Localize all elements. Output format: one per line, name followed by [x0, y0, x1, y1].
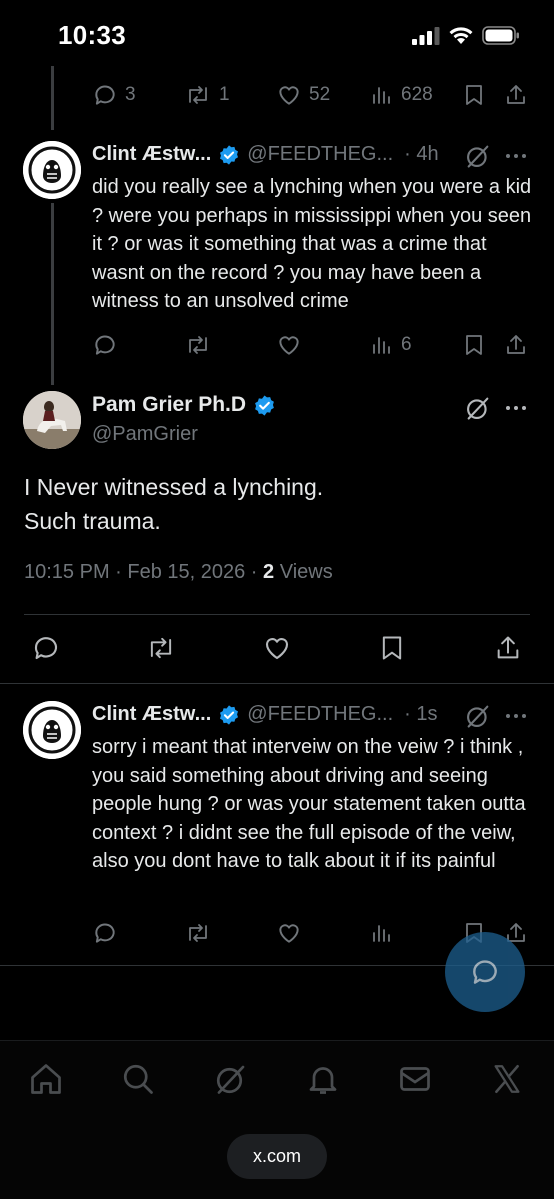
- share-icon: [507, 335, 525, 354]
- compose-reply-button[interactable]: [445, 932, 525, 1012]
- bookmark-button[interactable]: [462, 82, 486, 108]
- reply1-handle[interactable]: @FEEDTHEG...: [247, 143, 393, 166]
- main-tweet-text-line2: Such trauma.: [24, 508, 161, 534]
- reply2-author-name[interactable]: Clint Æstw...: [92, 703, 211, 726]
- reply-button[interactable]: [92, 920, 118, 946]
- grok-icon[interactable]: [464, 394, 492, 422]
- wifi-icon: [449, 27, 473, 44]
- reply-icon: [95, 85, 115, 105]
- repost-button[interactable]: 1: [184, 82, 230, 108]
- share-button[interactable]: [504, 82, 528, 108]
- reply1-header: Clint Æstw... @FEEDTHEG... · 4h: [92, 143, 439, 166]
- bookmark-icon: [466, 85, 482, 105]
- more-icon[interactable]: [504, 147, 528, 165]
- reply2-text: sorry i meant that interveiw on the veiw…: [92, 736, 526, 872]
- reply-count: 3: [125, 84, 136, 105]
- reply-icon: [95, 335, 115, 355]
- share-icon[interactable]: [494, 633, 522, 663]
- more-icon[interactable]: [504, 707, 528, 725]
- reply-icon: [95, 923, 115, 943]
- like-icon: [279, 336, 299, 355]
- x-logo-icon[interactable]: [490, 1061, 524, 1097]
- views-icon: [373, 87, 390, 104]
- reply2-header: Clint Æstw... @FEEDTHEG... · 1s: [92, 703, 437, 726]
- like-count: 52: [309, 84, 331, 105]
- like-button[interactable]: [276, 920, 302, 946]
- main-views-count[interactable]: 2: [263, 561, 274, 583]
- top-tweet-actions: 3 1 52 628: [92, 82, 528, 112]
- repost-icon[interactable]: [145, 633, 177, 663]
- main-header: Pam Grier Ph.D: [92, 393, 276, 417]
- reply2-time: · 1s: [404, 703, 438, 725]
- main-author-name[interactable]: Pam Grier Ph.D: [92, 393, 246, 417]
- browser-url-pill[interactable]: x.com: [227, 1134, 327, 1179]
- main-handle[interactable]: @PamGrier: [92, 423, 198, 446]
- repost-icon: [189, 336, 207, 354]
- repost-button[interactable]: [184, 920, 212, 946]
- repost-icon: [189, 86, 207, 104]
- repost-button[interactable]: [184, 332, 212, 358]
- home-icon[interactable]: [28, 1061, 64, 1097]
- search-icon[interactable]: [120, 1061, 156, 1097]
- meta-divider: [24, 614, 530, 615]
- compose-reply-icon: [473, 960, 497, 984]
- views-count: 6: [401, 334, 412, 355]
- reply-icon[interactable]: [31, 633, 61, 663]
- bookmark-icon: [466, 335, 482, 355]
- like-button[interactable]: [276, 332, 302, 358]
- reply1-time: · 4h: [404, 143, 439, 165]
- repost-count: 1: [219, 84, 230, 105]
- reply2-avatar[interactable]: [23, 701, 81, 759]
- repost-icon: [189, 924, 207, 942]
- reply-button[interactable]: 3: [92, 82, 136, 108]
- main-views-label[interactable]: Views: [274, 561, 333, 583]
- reply-button[interactable]: [92, 332, 118, 358]
- views-button[interactable]: 6: [370, 332, 412, 358]
- reply1-text: did you really see a lynching when you w…: [92, 176, 532, 312]
- battery-icon: [482, 26, 519, 45]
- views-button[interactable]: 628: [370, 82, 433, 108]
- verified-icon: [220, 144, 239, 165]
- status-time: 10:33: [58, 20, 126, 50]
- bookmark-icon[interactable]: [378, 633, 406, 663]
- grok-icon[interactable]: [213, 1061, 249, 1097]
- share-icon: [507, 85, 525, 104]
- main-tweet-actions: [0, 633, 554, 665]
- views-count: 628: [401, 84, 433, 105]
- main-tweet-meta: 10:15 PM · Feb 15, 2026 · 2 Views: [24, 561, 333, 584]
- more-icon[interactable]: [504, 399, 528, 417]
- messages-icon[interactable]: [397, 1061, 433, 1097]
- thread-line-top: [51, 66, 54, 130]
- verified-icon: [220, 704, 239, 725]
- reply1-author-name[interactable]: Clint Æstw...: [92, 143, 211, 166]
- thread-line-middle: [51, 203, 54, 385]
- grok-icon[interactable]: [464, 702, 492, 730]
- reply1-avatar[interactable]: [23, 141, 81, 199]
- like-icon: [279, 86, 299, 105]
- bookmark-button[interactable]: [462, 332, 486, 358]
- status-icons: [412, 26, 520, 45]
- like-icon: [279, 924, 299, 943]
- grok-icon[interactable]: [464, 142, 492, 170]
- like-button[interactable]: 52: [276, 82, 330, 108]
- reply2-handle[interactable]: @FEEDTHEG...: [247, 703, 393, 726]
- reply1-actions: 6: [92, 332, 528, 362]
- signal-icon: [412, 26, 440, 45]
- views-icon: [373, 337, 390, 354]
- share-button[interactable]: [504, 332, 528, 358]
- main-avatar[interactable]: [23, 391, 81, 449]
- main-tweet-divider: [0, 683, 554, 684]
- verified-icon: [255, 394, 274, 416]
- views-button[interactable]: [370, 920, 394, 946]
- main-tweet-text-line1: I Never witnessed a lynching.: [24, 474, 324, 500]
- main-timestamp[interactable]: 10:15 PM · Feb 15, 2026 ·: [24, 561, 263, 583]
- notifications-icon[interactable]: [305, 1061, 341, 1097]
- like-icon[interactable]: [262, 633, 292, 663]
- views-icon: [373, 925, 390, 942]
- browser-url: x.com: [252, 1146, 301, 1166]
